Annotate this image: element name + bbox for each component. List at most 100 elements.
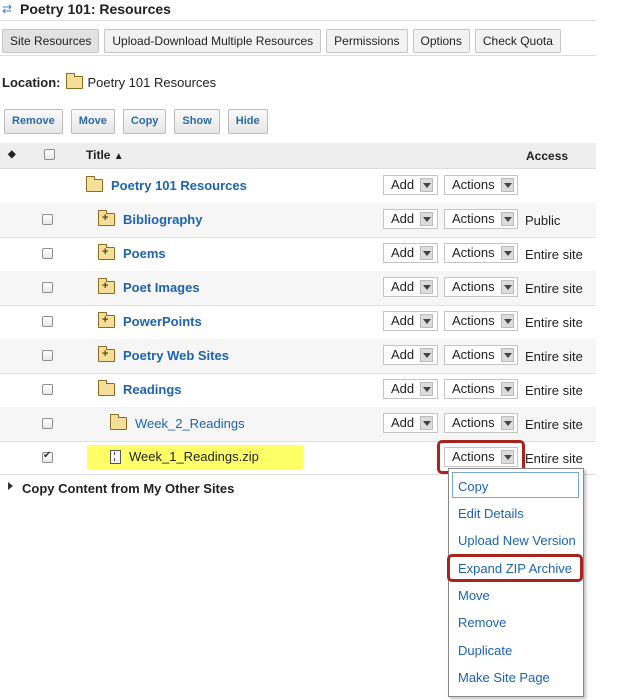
actions-dropdown[interactable]: Actions — [444, 243, 518, 263]
chevron-down-icon — [420, 280, 434, 294]
menu-item-make-site-page[interactable]: Make Site Page — [458, 670, 550, 685]
move-button[interactable]: Move — [70, 109, 115, 134]
remove-button[interactable]: Remove — [4, 109, 63, 134]
row-checkbox[interactable] — [42, 214, 53, 225]
row-checkbox[interactable] — [42, 384, 53, 395]
menu-item-move[interactable]: Move — [458, 588, 490, 603]
page-header: ⇄ Poetry 101: Resources — [2, 0, 171, 18]
row-checkbox[interactable] — [42, 248, 53, 259]
row-name[interactable]: PowerPoints — [98, 312, 202, 329]
tab-site-resources[interactable]: Site Resources — [2, 29, 100, 53]
access-value: Entire site — [525, 281, 583, 296]
location-breadcrumb: Location: Poetry 101 Resources — [2, 73, 217, 90]
menu-item-duplicate[interactable]: Duplicate — [458, 643, 512, 658]
folder-open-icon — [98, 380, 115, 396]
location-value: Poetry 101 Resources — [87, 75, 217, 90]
tabs-divider — [0, 55, 596, 56]
row-name[interactable]: Week_1_Readings.zip — [110, 449, 259, 464]
row-checkbox[interactable] — [42, 282, 53, 293]
menu-item-upload-new-version[interactable]: Upload New Version — [458, 533, 576, 548]
row-checkbox[interactable] — [42, 316, 53, 327]
chevron-down-icon — [420, 348, 434, 362]
tab-permissions[interactable]: Permissions — [326, 29, 408, 53]
add-dropdown[interactable]: Add — [383, 209, 438, 229]
chevron-down-icon — [420, 416, 434, 430]
table-row: Poetry Web Sites Add Actions Entire site — [0, 339, 596, 374]
column-title[interactable]: Title ▲ — [86, 148, 124, 162]
folder-plus-icon — [98, 312, 115, 328]
location-label: Location: — [2, 75, 61, 90]
row-checkbox[interactable] — [42, 418, 53, 429]
folder-icon — [65, 73, 83, 89]
access-value: Entire site — [525, 315, 583, 330]
access-value: Entire site — [525, 417, 583, 432]
tab-upload-download[interactable]: Upload-Download Multiple Resources — [104, 29, 322, 53]
actions-dropdown[interactable]: Actions — [444, 345, 518, 365]
row-name[interactable]: Poetry Web Sites — [98, 346, 229, 363]
add-dropdown[interactable]: Add — [383, 311, 438, 331]
chevron-down-icon — [500, 246, 514, 260]
row-name[interactable]: Bibliography — [98, 210, 202, 227]
add-dropdown[interactable]: Add — [383, 277, 438, 297]
actions-dropdown[interactable]: Actions — [444, 311, 518, 331]
table-row: Week_2_Readings Add Actions Entire site — [0, 407, 596, 442]
menu-item-remove[interactable]: Remove — [458, 615, 506, 630]
chevron-down-icon — [420, 246, 434, 260]
row-name[interactable]: Week_2_Readings — [110, 414, 245, 431]
row-name[interactable]: Poems — [98, 244, 166, 261]
actions-dropdown[interactable]: Actions — [444, 379, 518, 399]
row-name[interactable]: Readings — [98, 380, 182, 397]
title-divider — [0, 20, 596, 21]
table-row: PowerPoints Add Actions Entire site — [0, 305, 596, 340]
add-dropdown[interactable]: Add — [383, 345, 438, 365]
chevron-down-icon — [420, 314, 434, 328]
chevron-down-icon — [500, 314, 514, 328]
chevron-down-icon — [500, 382, 514, 396]
add-dropdown[interactable]: Add — [383, 243, 438, 263]
row-name[interactable]: Poet Images — [98, 278, 200, 295]
actions-dropdown[interactable]: Actions — [444, 277, 518, 297]
menu-item-copy[interactable]: Copy — [458, 479, 488, 494]
select-all-checkbox[interactable] — [44, 149, 55, 160]
copy-button[interactable]: Copy — [122, 109, 167, 134]
tab-options[interactable]: Options — [412, 29, 470, 53]
folder-plus-icon — [98, 346, 115, 362]
sort-asc-icon: ▲ — [113, 151, 124, 162]
chevron-down-icon — [500, 348, 514, 362]
copy-other-sites-label: Copy Content from My Other Sites — [22, 481, 235, 496]
actions-dropdown[interactable]: Actions — [444, 209, 518, 229]
table-row: Poetry 101 Resources Add Actions — [0, 169, 596, 204]
actions-dropdown[interactable]: Actions — [444, 175, 518, 195]
access-value: Public — [525, 213, 561, 228]
row-checkbox[interactable] — [42, 350, 53, 361]
folder-icon — [86, 176, 103, 192]
bulk-action-bar: Remove Move Copy Show Hide — [4, 109, 268, 134]
row-checkbox[interactable] — [42, 450, 53, 463]
hide-button[interactable]: Hide — [227, 109, 268, 134]
folder-plus-icon — [98, 210, 115, 226]
tool-tabs: Site Resources Upload-Download Multiple … — [2, 29, 561, 53]
table-row: Bibliography Add Actions Public — [0, 203, 596, 238]
actions-dropdown[interactable]: Actions — [444, 413, 518, 433]
access-value: Entire site — [525, 451, 583, 466]
expand-zip-callout — [447, 554, 583, 582]
chevron-down-icon — [420, 382, 434, 396]
add-dropdown[interactable]: Add — [383, 379, 438, 399]
folder-plus-icon — [98, 278, 115, 294]
access-value: Entire site — [525, 349, 583, 364]
add-dropdown[interactable]: Add — [383, 413, 438, 433]
tab-check-quota[interactable]: Check Quota — [474, 29, 561, 53]
resources-icon: ⇄ — [2, 2, 13, 16]
menu-item-edit-details[interactable]: Edit Details — [458, 506, 524, 521]
folder-plus-icon — [98, 244, 115, 260]
chevron-down-icon — [500, 280, 514, 294]
sort-icon[interactable]: ◆ — [8, 149, 16, 160]
page-title: Poetry 101: Resources — [20, 1, 171, 17]
access-value: Entire site — [525, 247, 583, 262]
row-name[interactable]: Poetry 101 Resources — [86, 176, 247, 193]
table-row: Poet Images Add Actions Entire site — [0, 271, 596, 306]
chevron-down-icon — [500, 212, 514, 226]
chevron-down-icon — [420, 178, 434, 192]
show-button[interactable]: Show — [174, 109, 220, 134]
add-dropdown[interactable]: Add — [383, 175, 438, 195]
